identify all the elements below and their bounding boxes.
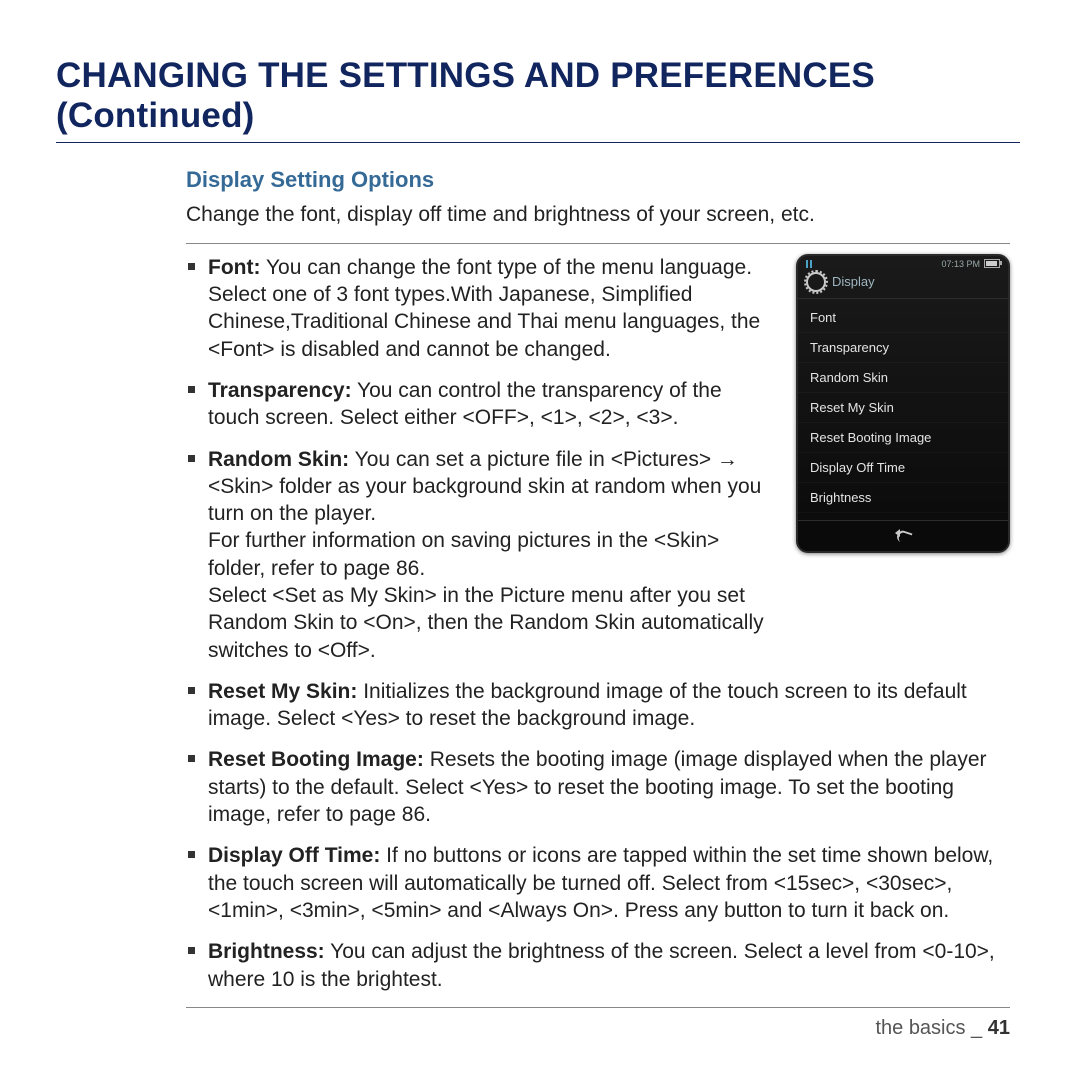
bullet-item: Random Skin: You can set a picture file … <box>186 446 776 664</box>
bullet-label: Font: <box>208 256 260 279</box>
bullet-text: You can change the font type of the menu… <box>208 256 760 361</box>
device-bottombar <box>798 520 1008 551</box>
bullet-label: Reset My Skin: <box>208 680 357 703</box>
bullet-item: Reset Booting Image: Resets the booting … <box>186 746 1010 828</box>
pause-icon <box>806 260 813 268</box>
device-menu-item[interactable]: Font <box>798 303 1008 333</box>
divider-bottom <box>186 1007 1010 1008</box>
device-menu-item[interactable]: Transparency <box>798 333 1008 363</box>
bullet-item: Display Off Time: If no buttons or icons… <box>186 842 1010 924</box>
page-footer: the basics _ 41 <box>875 1017 1010 1040</box>
bullet-list-narrow: Font: You can change the font type of th… <box>186 254 776 664</box>
section-intro: Change the font, display off time and br… <box>186 201 1010 229</box>
device-menu-item[interactable]: Reset Booting Image <box>798 423 1008 453</box>
bullet-label: Transparency: <box>208 379 352 402</box>
divider-top <box>186 243 1010 244</box>
bullet-label: Random Skin: <box>208 448 349 471</box>
bullet-item: Brightness: You can adjust the brightnes… <box>186 938 1010 993</box>
bullet-label: Reset Booting Image: <box>208 748 424 771</box>
bullet-label: Display Off Time: <box>208 844 380 867</box>
device-time: 07:13 PM <box>941 259 980 269</box>
device-screen-title: Display <box>832 274 875 289</box>
bullet-item: Font: You can change the font type of th… <box>186 254 776 363</box>
bullet-item: Transparency: You can control the transp… <box>186 377 776 432</box>
bullet-text: You can adjust the brightness of the scr… <box>208 940 995 990</box>
device-menu: Font Transparency Random Skin Reset My S… <box>798 299 1008 517</box>
device-menu-item[interactable]: Brightness <box>798 483 1008 513</box>
bullet-item: Reset My Skin: Initializes the backgroun… <box>186 678 1010 733</box>
device-statusbar: 07:13 PM <box>798 256 1008 269</box>
device-menu-item[interactable]: Reset My Skin <box>798 393 1008 423</box>
device-menu-item[interactable]: Display Off Time <box>798 453 1008 483</box>
battery-icon <box>984 259 1000 268</box>
gear-icon <box>806 272 826 292</box>
page-title: CHANGING THE SETTINGS AND PREFERENCES (C… <box>56 56 1020 136</box>
bullet-text: You can set a picture file in <Pictures>… <box>208 448 764 662</box>
footer-page-number: 41 <box>988 1017 1010 1039</box>
section-subhead: Display Setting Options <box>186 167 1010 193</box>
back-icon[interactable] <box>895 529 911 543</box>
bullet-label: Brightness: <box>208 940 325 963</box>
title-rule <box>56 142 1020 143</box>
device-menu-item[interactable]: Random Skin <box>798 363 1008 393</box>
bullet-list-wide: Reset My Skin: Initializes the backgroun… <box>186 678 1010 993</box>
device-screenshot: 07:13 PM Display Font Transparency Rando… <box>796 254 1010 553</box>
footer-section: the basics _ <box>875 1017 982 1039</box>
device-header: Display <box>798 269 1008 299</box>
